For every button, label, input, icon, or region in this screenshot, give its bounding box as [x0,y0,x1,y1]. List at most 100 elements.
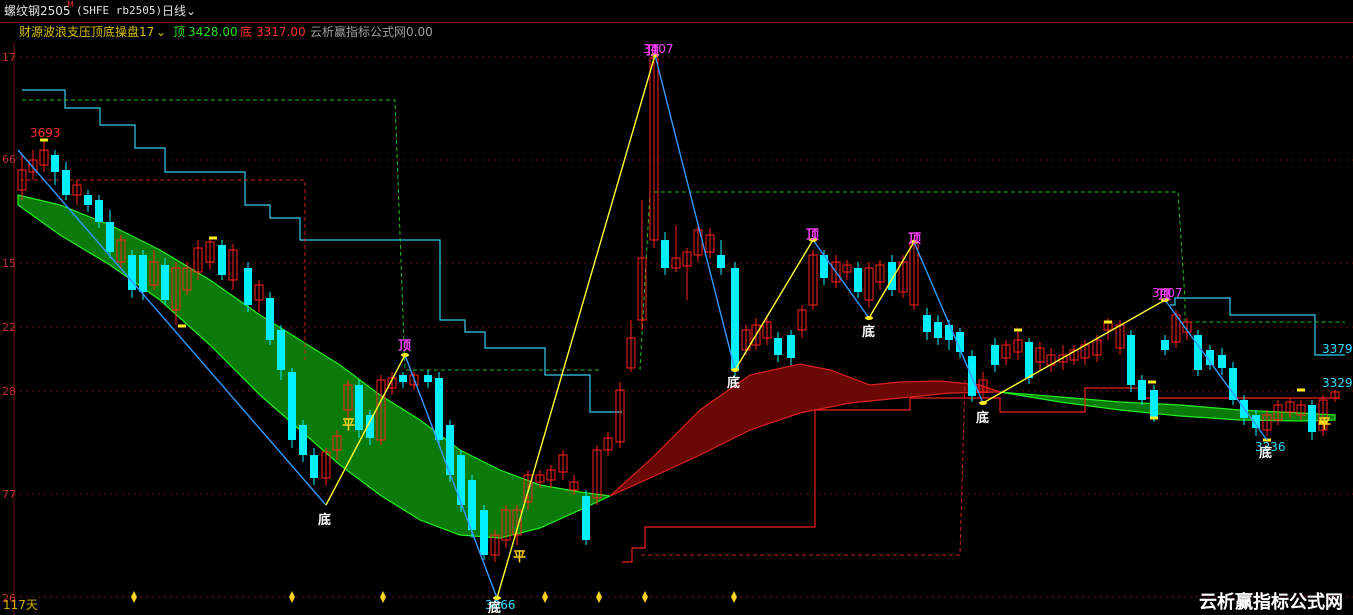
right-lower-value-label: 3329 [1322,376,1353,390]
pivot-marker [979,401,987,405]
top-value: 3428.00 [188,25,238,39]
top-marker: 顶 [908,232,922,247]
level-marker [1148,380,1156,384]
level-marker [178,324,186,328]
signal-diamond [542,591,548,603]
high-value-label: 3693 [30,126,61,140]
signal-diamond [131,591,137,603]
candle-body [435,378,443,440]
top-marker: 顶 [1158,288,1172,303]
candle-body [244,268,252,305]
symbol-label[interactable]: 螺纹钢2505 [4,0,71,22]
bottom-marker: 底 [976,411,990,426]
bull-cloud [999,391,1336,422]
candle-body [288,372,296,440]
candle-body [84,195,92,205]
candle-body [582,496,590,540]
candle-body [1218,355,1226,368]
candle-body [1161,340,1169,350]
signal-diamond [731,591,737,603]
signal-diamond [642,591,648,603]
candle-body [266,298,274,340]
candle-body [355,385,363,430]
y-axis-label: 22 [2,321,16,334]
candle-body [717,255,725,268]
candle-body [1308,405,1316,432]
candle-body [1127,335,1135,385]
right-upper-value-label: 3379 [1322,342,1353,356]
candle-body [457,455,465,505]
top-marker: 顶 [646,44,660,59]
main-contract-mark: M [67,0,74,9]
candle-body [468,480,476,530]
candle-body [1229,368,1237,400]
level-marker [1014,328,1022,332]
bottom-marker: 底 [1259,446,1273,461]
candle-body [1138,380,1146,400]
candle-body [888,262,896,290]
title-bar: 螺纹钢2505 M (SHFE rb2505) 日线 ⌄ [0,0,1353,23]
y-axis-label: 15 [2,257,16,270]
candle-body [945,325,953,340]
chevron-down-icon[interactable]: ⌄ [186,0,196,22]
top-marker: 顶 [806,228,820,243]
candlestick-chart[interactable] [0,0,1353,615]
candle-body [161,265,169,300]
y-axis-label: 66 [2,153,16,166]
candle-body [218,245,226,275]
pivot-marker [865,316,873,320]
candle-body [661,240,669,268]
candle-body [774,338,782,355]
flat-marker: 平 [1318,417,1332,432]
bottom-marker: 底 [727,376,741,391]
chevron-down-icon[interactable]: ⌄ [156,22,166,42]
contract-code: (SHFE rb2505) [76,4,163,17]
chart-window[interactable]: { "header": { "symbol_label": "螺纹钢2505",… [0,0,1353,615]
source-label: 云析赢指标公式网 [310,25,407,39]
candle-body [299,425,307,455]
top-marker: 顶 [398,339,412,354]
flat-marker: 平 [342,418,356,433]
candle-body [424,375,432,382]
candle-body [1194,335,1202,370]
source-value: 0.00 [406,25,433,39]
candle-body [480,510,488,555]
candle-body [62,170,70,195]
bear-cloud [609,363,1001,497]
level-marker [1297,388,1305,392]
candle-body [787,335,795,358]
bottom-marker: 底 [862,325,876,340]
signal-diamond [380,591,386,603]
candle-body [51,155,59,172]
candle-body [1150,390,1158,418]
level-marker [1150,416,1158,420]
level-marker [1104,320,1112,324]
candle-body [399,375,407,382]
candle-body [923,315,931,332]
y-axis-label: 17 [2,51,16,64]
period-selector[interactable]: 日线 [162,0,186,22]
level-marker [209,236,217,240]
y-axis-label: 28 [2,385,16,398]
signal-diamond [596,591,602,603]
bottom-value: 3317.00 [256,25,306,39]
candle-body [1025,342,1033,378]
indicator-name[interactable]: 财源波浪支压顶底操盘17 [19,22,154,42]
candle-body [95,200,103,222]
candle-body [731,268,739,370]
bottom-label: 底 [240,25,253,39]
candle-body [991,345,999,365]
candle-body [106,222,114,252]
bottom-marker: 底 [318,513,332,528]
candle-body [934,322,942,338]
bottom-marker: 底 [488,601,502,615]
top-label: 顶 [173,25,186,39]
candle-body [310,455,318,478]
candle-body [277,330,285,370]
zigzag-line [654,54,736,371]
watermark-text: 云析赢指标公式网 [1199,592,1343,613]
signal-diamond [289,591,295,603]
days-count: 117天 [3,598,38,612]
candle-body [854,268,862,292]
candle-body [139,255,147,292]
